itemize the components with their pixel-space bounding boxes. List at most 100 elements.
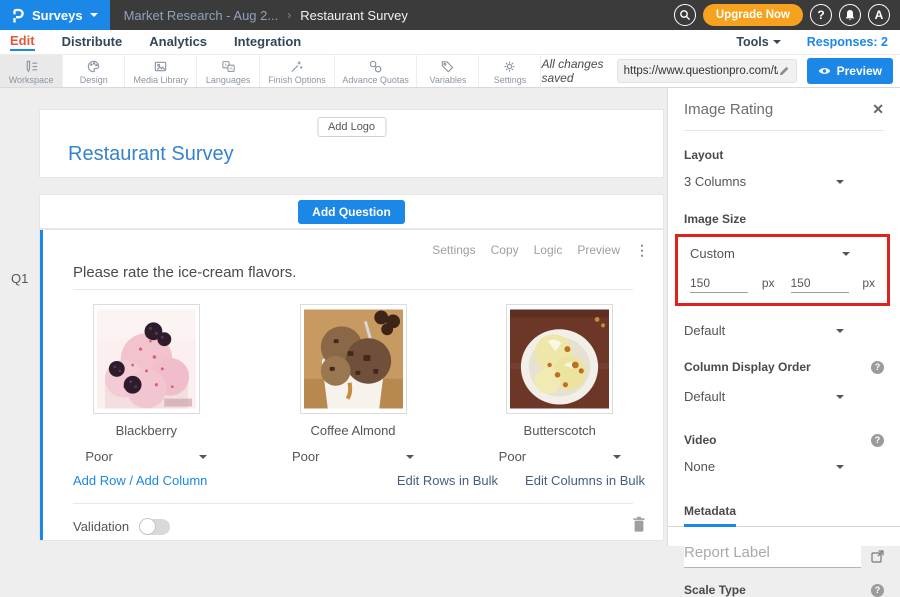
validation-label: Validation: [73, 519, 129, 534]
breadcrumb-folder[interactable]: Market Research - Aug 2...: [124, 8, 279, 23]
toolbar-item-variables[interactable]: Variables: [417, 55, 479, 87]
media-library-icon: [153, 59, 168, 74]
workspace-icon: [24, 59, 39, 74]
coffee-almond-ice-cream-image: [304, 308, 403, 410]
survey-title[interactable]: Restaurant Survey: [68, 143, 234, 166]
image-size-mode-dropdown[interactable]: Custom: [690, 246, 850, 261]
breadcrumb-survey-name: Restaurant Survey: [300, 8, 408, 23]
edit-url-pencil-icon[interactable]: [778, 65, 790, 77]
chevron-down-icon: [836, 395, 844, 403]
trash-icon: [632, 516, 646, 532]
panel-title: Image Rating: [684, 101, 773, 118]
settings-gear-icon: [502, 59, 517, 74]
flavor-image-butterscotch[interactable]: [506, 304, 613, 414]
chevron-down-icon: [406, 455, 414, 463]
tab-integration[interactable]: Integration: [234, 34, 301, 50]
tab-analytics[interactable]: Analytics: [149, 34, 207, 50]
toolbar-item-workspace[interactable]: Workspace: [0, 55, 63, 87]
help-icon[interactable]: ?: [871, 361, 884, 374]
image-size-highlight-box: Custom px px: [675, 234, 890, 306]
toolbar-item-media-library[interactable]: Media Library: [125, 55, 197, 87]
tab-distribute[interactable]: Distribute: [62, 34, 123, 50]
rating-dropdown-blackberry[interactable]: Poor: [85, 449, 207, 464]
report-label-input[interactable]: [684, 544, 861, 568]
toolbar-item-languages[interactable]: x A Languages: [197, 55, 260, 87]
width-unit-label: px: [762, 276, 775, 290]
validation-toggle[interactable]: [139, 519, 170, 535]
scale-type-label: Scale Type: [684, 583, 746, 597]
flavor-label: Coffee Almond: [310, 423, 395, 438]
top-bar: Surveys Market Research - Aug 2... › Res…: [0, 0, 900, 30]
rating-dropdown-butterscotch[interactable]: Poor: [499, 449, 621, 464]
help-button[interactable]: ?: [810, 4, 832, 26]
chevron-down-icon: [773, 40, 781, 48]
upgrade-now-button[interactable]: Upgrade Now: [703, 4, 803, 26]
help-icon[interactable]: ?: [871, 434, 884, 447]
edit-columns-in-bulk-link[interactable]: Edit Columns in Bulk: [525, 473, 645, 488]
settings-panel: Image Rating ✕ Layout 3 Columns Image Si…: [667, 88, 900, 546]
toolbar-item-design[interactable]: Design: [63, 55, 125, 87]
design-palette-icon: [86, 59, 101, 74]
question-copy-link[interactable]: Copy: [491, 243, 519, 257]
question-settings-link[interactable]: Settings: [432, 243, 475, 257]
chevron-down-icon: [836, 329, 844, 337]
divider: [684, 130, 884, 131]
question-logic-link[interactable]: Logic: [534, 243, 563, 257]
breadcrumb-separator: ›: [287, 8, 291, 22]
question-number: Q1: [11, 271, 28, 286]
close-icon[interactable]: ✕: [872, 101, 884, 118]
flavor-image-coffee-almond[interactable]: [300, 304, 407, 414]
question-links-row: Add Row / Add Column Edit Rows in Bulk E…: [73, 473, 645, 488]
delete-question-button[interactable]: [632, 516, 646, 537]
tab-edit[interactable]: Edit: [10, 33, 35, 51]
help-icon[interactable]: ?: [871, 584, 884, 597]
kebab-menu-icon[interactable]: ⋮: [635, 244, 649, 256]
question-text[interactable]: Please rate the ice-cream flavors.: [73, 264, 296, 281]
question-preview-link[interactable]: Preview: [577, 243, 620, 257]
survey-header-card: Add Logo Restaurant Survey: [40, 110, 663, 177]
save-status: All changes saved: [541, 57, 606, 85]
toolbar-item-settings[interactable]: Settings: [479, 55, 541, 87]
add-question-button[interactable]: Add Question: [298, 200, 405, 224]
external-link-icon[interactable]: [871, 550, 884, 563]
image-width-input[interactable]: [690, 276, 748, 293]
surveys-product-menu[interactable]: Surveys: [0, 0, 110, 30]
search-button[interactable]: [674, 4, 696, 26]
breadcrumb: Market Research - Aug 2... › Restaurant …: [124, 8, 408, 23]
image-height-input[interactable]: [791, 276, 849, 293]
metadata-tabs: Metadata: [668, 494, 900, 527]
eye-icon: [818, 66, 831, 76]
toolbar-item-finish-options[interactable]: Finish Options: [260, 55, 335, 87]
notifications-button[interactable]: [839, 4, 861, 26]
video-dropdown[interactable]: None: [684, 459, 844, 474]
avatar[interactable]: A: [868, 4, 890, 26]
layout-dropdown[interactable]: 3 Columns: [684, 174, 844, 189]
alignment-dropdown[interactable]: Default: [684, 323, 844, 338]
survey-url-field[interactable]: [617, 59, 797, 83]
column-display-order-dropdown[interactable]: Default: [684, 389, 844, 404]
product-name: Surveys: [32, 8, 83, 23]
tools-menu[interactable]: Tools: [736, 35, 780, 49]
responses-link[interactable]: Responses: 2: [807, 35, 888, 49]
editor-toolbar: Workspace Design Media Library x A Langu…: [0, 55, 900, 88]
add-logo-button[interactable]: Add Logo: [317, 117, 386, 137]
chevron-down-icon: [836, 465, 844, 473]
chevron-down-icon: [199, 455, 207, 463]
bell-icon: [844, 9, 856, 22]
preview-button[interactable]: Preview: [807, 58, 893, 84]
add-row-column-link[interactable]: Add Row / Add Column: [73, 473, 207, 488]
butterscotch-ice-cream-image: [510, 308, 609, 410]
add-question-bar: Add Question: [40, 195, 663, 228]
survey-url-input[interactable]: [624, 65, 778, 77]
toolbar-item-advance-quotas[interactable]: Advance Quotas: [335, 55, 418, 87]
chevron-down-icon: [90, 13, 98, 21]
advance-quotas-icon: [368, 59, 383, 74]
column-display-order-label: Column Display Order: [684, 360, 811, 374]
flavor-image-blackberry[interactable]: [93, 304, 200, 414]
tab-metadata[interactable]: Metadata: [684, 504, 736, 527]
rating-dropdown-coffee-almond[interactable]: Poor: [292, 449, 414, 464]
height-unit-label: px: [862, 276, 875, 290]
chevron-down-icon: [842, 252, 850, 260]
edit-rows-in-bulk-link[interactable]: Edit Rows in Bulk: [397, 473, 498, 488]
video-label: Video: [684, 433, 716, 447]
